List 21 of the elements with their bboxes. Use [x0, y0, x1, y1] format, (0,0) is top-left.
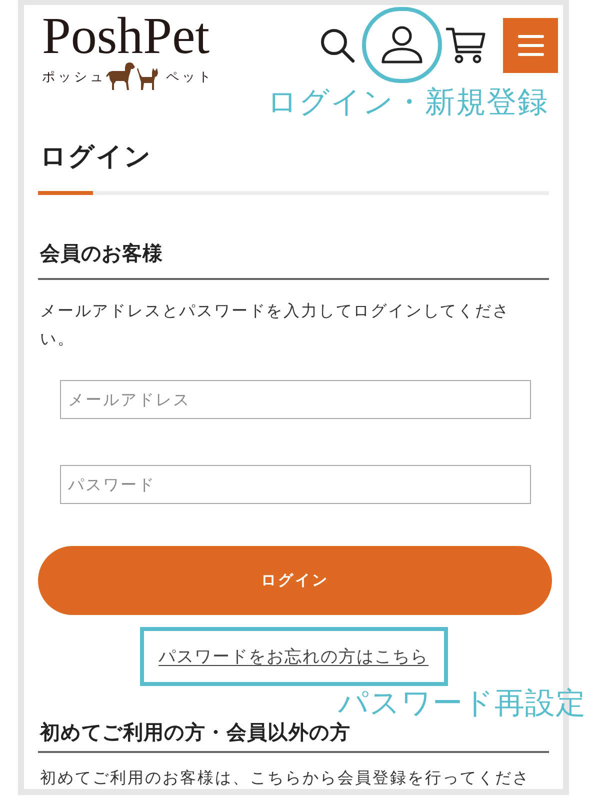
page-title: ログイン: [39, 141, 153, 174]
logo-wordmark: PoshPet: [42, 13, 211, 61]
callout-label: パスワード再設定: [338, 688, 586, 720]
title-accent-bar: [38, 191, 93, 195]
logo-tagline: ポッシュ: [42, 69, 106, 87]
menu-button[interactable]: [503, 18, 558, 72]
search-icon[interactable]: [320, 28, 355, 62]
dog-icon: [106, 62, 136, 91]
section-heading: 会員のお客様: [38, 239, 549, 280]
cat-icon: [136, 66, 160, 91]
section-heading: 初めてご利用の方・会員以外の方: [38, 720, 549, 753]
logo-tagline: ペット: [166, 69, 214, 87]
input-field[interactable]: メールアドレス: [60, 380, 531, 419]
input-field[interactable]: パスワード: [60, 465, 531, 504]
guest-text: 初めてご利用のお客様は、こちらから会員登録を行ってくださ: [39, 767, 531, 789]
menu-icon: [518, 34, 544, 56]
callout-label: ログイン・新規登録: [267, 85, 548, 121]
user-icon[interactable]: [381, 26, 423, 64]
cart-icon[interactable]: [446, 26, 486, 64]
forgot-password-link[interactable]: パスワードをお忘れの方はこちら: [158, 644, 428, 668]
instructions-text: メールアドレスとパスワードを入力してログインしてください。: [39, 300, 511, 350]
